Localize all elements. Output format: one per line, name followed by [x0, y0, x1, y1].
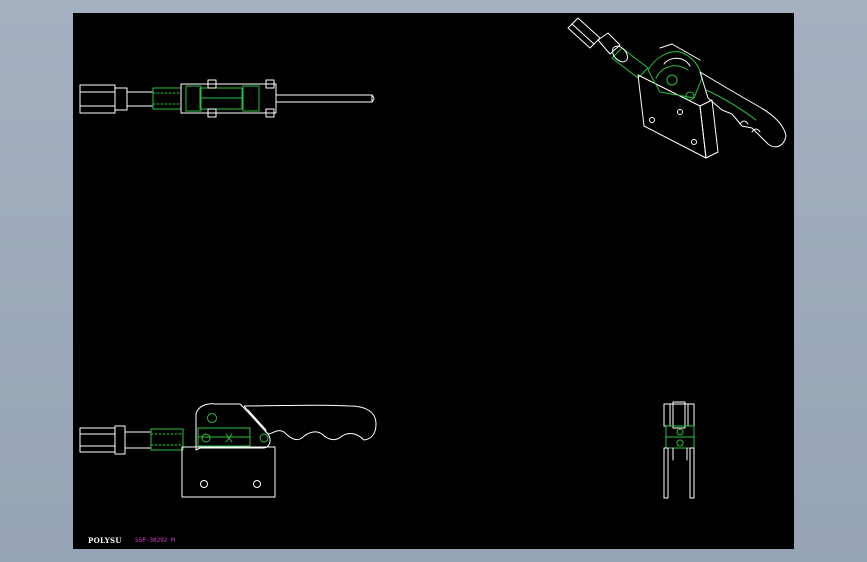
iso-plunger	[611, 47, 649, 79]
cad-drawing-canvas	[79, 17, 787, 499]
clamp-isometric-view	[567, 17, 787, 159]
side-view-handle-top	[663, 403, 695, 427]
front-view-base-plate	[181, 446, 276, 498]
clamp-side-view	[663, 401, 695, 499]
titleblock-logo: POLYSU	[88, 536, 122, 545]
iso-knob	[567, 17, 601, 49]
top-view-nut	[114, 87, 128, 111]
clamp-top-view	[79, 79, 375, 118]
top-view-knob	[79, 84, 116, 114]
front-view-knob	[79, 427, 116, 453]
front-view-plunger-body	[150, 428, 184, 451]
side-view-plate-right	[689, 447, 695, 499]
top-view-handle-rod	[275, 94, 373, 103]
front-view-mount-hole	[253, 480, 261, 488]
front-view-nut	[114, 425, 126, 455]
iso-base-plate	[637, 74, 707, 159]
titleblock-part-number: SSP-30292 M	[135, 537, 175, 544]
front-view-linkage	[195, 403, 271, 451]
front-view-mount-hole	[200, 480, 208, 488]
cad-viewer: POLYSU SSP-30292 M	[0, 0, 867, 562]
clamp-front-view	[79, 403, 377, 498]
top-view-plunger-body	[152, 87, 182, 110]
front-view-handle	[243, 404, 377, 441]
side-view-plate-left	[663, 447, 669, 499]
